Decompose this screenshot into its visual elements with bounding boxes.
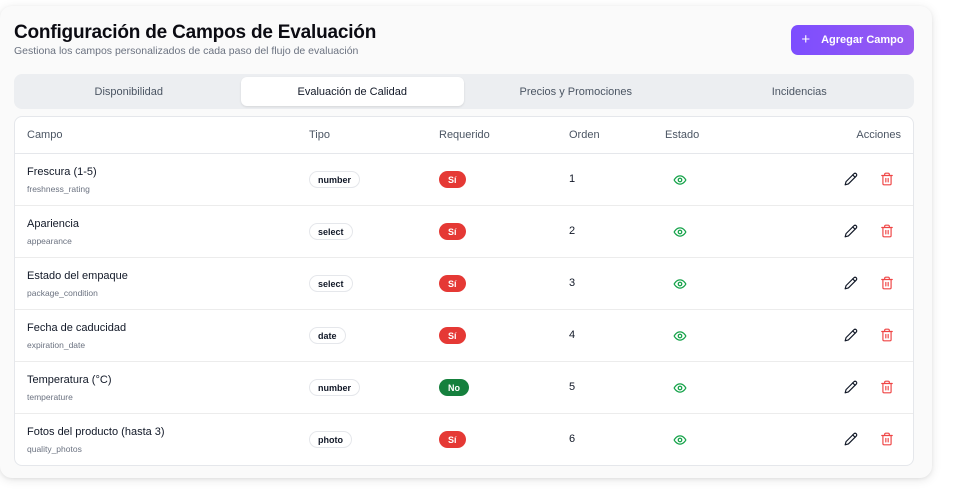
field-key: package_condition	[27, 288, 98, 298]
table-row: Fecha de caducidad expiration_date date …	[15, 310, 913, 362]
required-badge: Sí	[439, 171, 466, 188]
tab-label: Incidencias	[771, 85, 827, 98]
tab-incidencias[interactable]: Incidencias	[688, 77, 912, 106]
eye-icon[interactable]	[673, 173, 687, 187]
field-name: Fecha de caducidad	[27, 322, 127, 334]
type-badge: date	[309, 327, 346, 344]
page-header: Configuración de Campos de Evaluación Ge…	[14, 22, 376, 57]
type-badge: select	[309, 223, 353, 240]
field-key: temperature	[27, 392, 73, 402]
column-header-campo: Campo	[27, 129, 63, 141]
edit-icon[interactable]	[844, 276, 858, 290]
column-header-requerido: Requerido	[439, 129, 490, 141]
column-header-estado: Estado	[665, 129, 700, 141]
delete-icon[interactable]	[880, 432, 894, 446]
delete-icon[interactable]	[880, 224, 894, 238]
eye-icon[interactable]	[673, 433, 687, 447]
field-name: Estado del empaque	[27, 270, 128, 282]
fields-table: Campo Tipo Requerido Orden Estado Accion…	[14, 116, 914, 466]
order-value: 6	[569, 433, 576, 445]
required-badge: Sí	[439, 431, 466, 448]
eye-icon[interactable]	[673, 329, 687, 343]
tab-disponibilidad[interactable]: Disponibilidad	[17, 77, 241, 106]
table-row: Apariencia appearance select Sí 2	[15, 206, 913, 258]
column-header-orden: Orden	[569, 129, 600, 141]
type-badge: photo	[309, 431, 352, 448]
tab-evaluacion-calidad[interactable]: Evaluación de Calidad	[240, 77, 464, 106]
table-row: Estado del empaque package_condition sel…	[15, 258, 913, 310]
column-header-acciones: Acciones	[856, 129, 901, 141]
page-subtitle: Gestiona los campos personalizados de ca…	[14, 45, 359, 57]
order-value: 2	[569, 225, 576, 237]
delete-icon[interactable]	[880, 380, 894, 394]
field-name: Fotos del producto (hasta 3)	[27, 426, 165, 438]
table-header: Campo Tipo Requerido Orden Estado Accion…	[15, 117, 913, 154]
order-value: 3	[569, 277, 576, 289]
tab-label: Precios y Promociones	[519, 85, 633, 98]
tab-label: Disponibilidad	[94, 85, 164, 98]
evaluation-fields-card: Configuración de Campos de Evaluación Ge…	[0, 6, 932, 478]
field-key: quality_photos	[27, 444, 82, 454]
add-field-button-label: Agregar Campo	[821, 34, 904, 46]
field-name: Apariencia	[27, 218, 79, 230]
edit-icon[interactable]	[844, 328, 858, 342]
column-header-tipo: Tipo	[309, 129, 330, 141]
delete-icon[interactable]	[880, 172, 894, 186]
edit-icon[interactable]	[844, 224, 858, 238]
page-title: Configuración de Campos de Evaluación	[14, 22, 377, 43]
order-value: 4	[569, 329, 576, 341]
required-badge: Sí	[439, 223, 466, 240]
tab-precios-promociones[interactable]: Precios y Promociones	[464, 77, 688, 106]
edit-icon[interactable]	[844, 432, 858, 446]
field-name: Frescura (1-5)	[27, 166, 97, 178]
field-key: freshness_rating	[27, 184, 90, 194]
required-badge: Sí	[439, 275, 466, 292]
edit-icon[interactable]	[844, 172, 858, 186]
type-badge: select	[309, 275, 353, 292]
table-row: Fotos del producto (hasta 3) quality_pho…	[15, 414, 913, 465]
edit-icon[interactable]	[844, 380, 858, 394]
eye-icon[interactable]	[673, 277, 687, 291]
order-value: 5	[569, 381, 576, 393]
field-key: expiration_date	[27, 340, 86, 350]
plus-icon: +	[801, 31, 811, 48]
eye-icon[interactable]	[673, 225, 687, 239]
required-badge: No	[439, 379, 469, 396]
type-badge: number	[309, 379, 361, 396]
delete-icon[interactable]	[880, 328, 894, 342]
table-body: Frescura (1-5) freshness_rating number S…	[15, 154, 913, 465]
table-row: Temperatura (°C) temperature number No 5	[15, 362, 913, 414]
type-badge: number	[309, 171, 361, 188]
eye-icon[interactable]	[673, 381, 687, 395]
add-field-button[interactable]: + Agregar Campo	[791, 25, 914, 55]
delete-icon[interactable]	[880, 276, 894, 290]
table-row: Frescura (1-5) freshness_rating number S…	[15, 154, 913, 206]
tab-label: Evaluación de Calidad	[297, 85, 407, 98]
step-tabs: Disponibilidad Evaluación de Calidad Pre…	[14, 74, 914, 109]
order-value: 1	[569, 173, 576, 185]
required-badge: Sí	[439, 327, 466, 344]
field-key: appearance	[27, 236, 72, 246]
field-name: Temperatura (°C)	[27, 374, 112, 386]
